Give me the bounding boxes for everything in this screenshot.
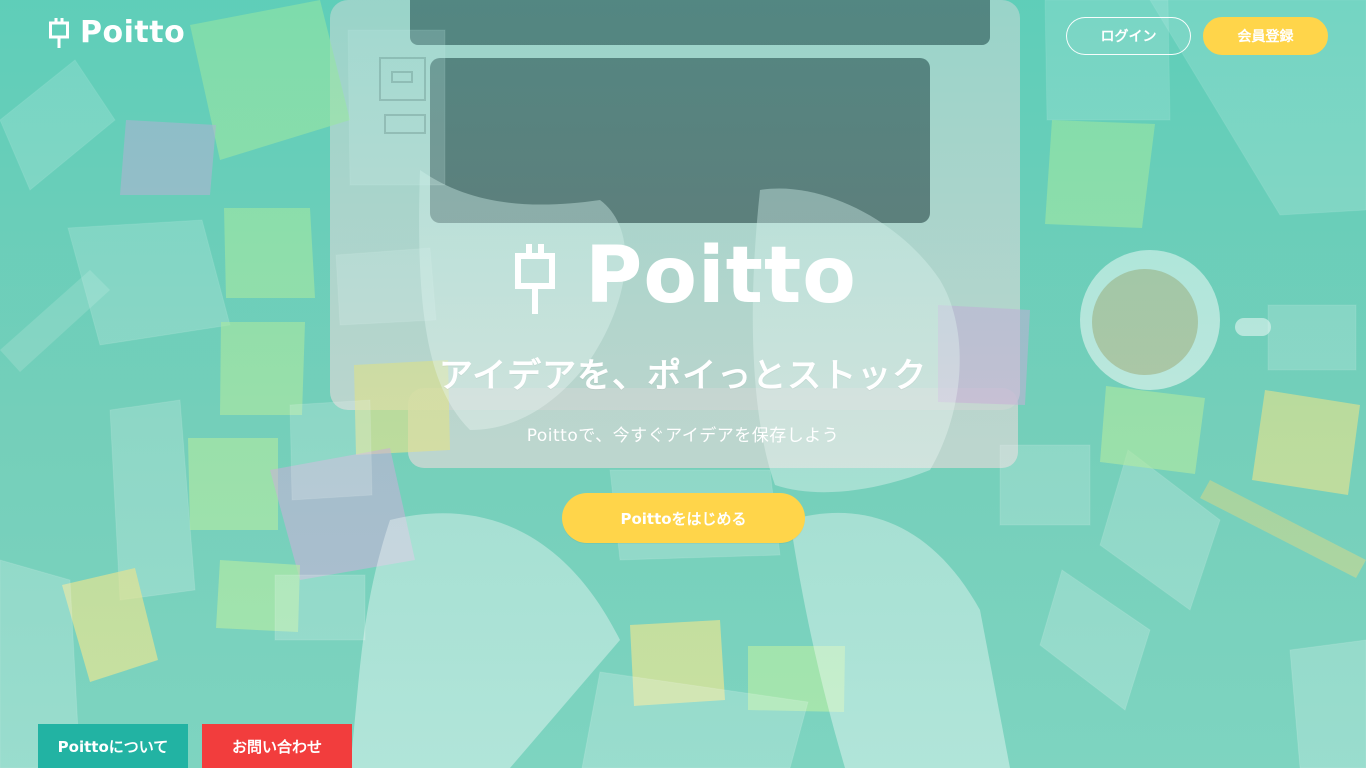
contact-button[interactable]: お問い合わせ bbox=[202, 724, 352, 768]
plug-icon bbox=[515, 244, 556, 314]
login-button[interactable]: ログイン bbox=[1066, 17, 1191, 55]
hero-section: Poitto アイデアを、ポイっとストック Poittoで、今すぐアイデアを保存… bbox=[0, 231, 1366, 446]
signup-button[interactable]: 会員登録 bbox=[1203, 17, 1328, 55]
brand-name: Poitto bbox=[80, 15, 186, 50]
hero-logo: Poitto bbox=[513, 231, 857, 321]
hero-title: アイデアを、ポイっとストック bbox=[438, 356, 928, 396]
start-button[interactable]: Poittoをはじめる bbox=[562, 493, 805, 543]
plug-icon bbox=[49, 18, 69, 48]
header-actions: ログイン 会員登録 bbox=[1066, 17, 1328, 55]
about-button[interactable]: Poittoについて bbox=[38, 724, 188, 768]
footer-tabs: Poittoについて お問い合わせ bbox=[38, 724, 352, 768]
hero-subtitle: Poittoで、今すぐアイデアを保存しよう bbox=[526, 426, 840, 446]
top-logo[interactable]: Poitto bbox=[48, 18, 185, 48]
hero-brand-name: Poitto bbox=[585, 231, 857, 321]
landing-page: Poitto ログイン 会員登録 Poitto アイデアを、ポイっとストック P… bbox=[0, 0, 1366, 768]
